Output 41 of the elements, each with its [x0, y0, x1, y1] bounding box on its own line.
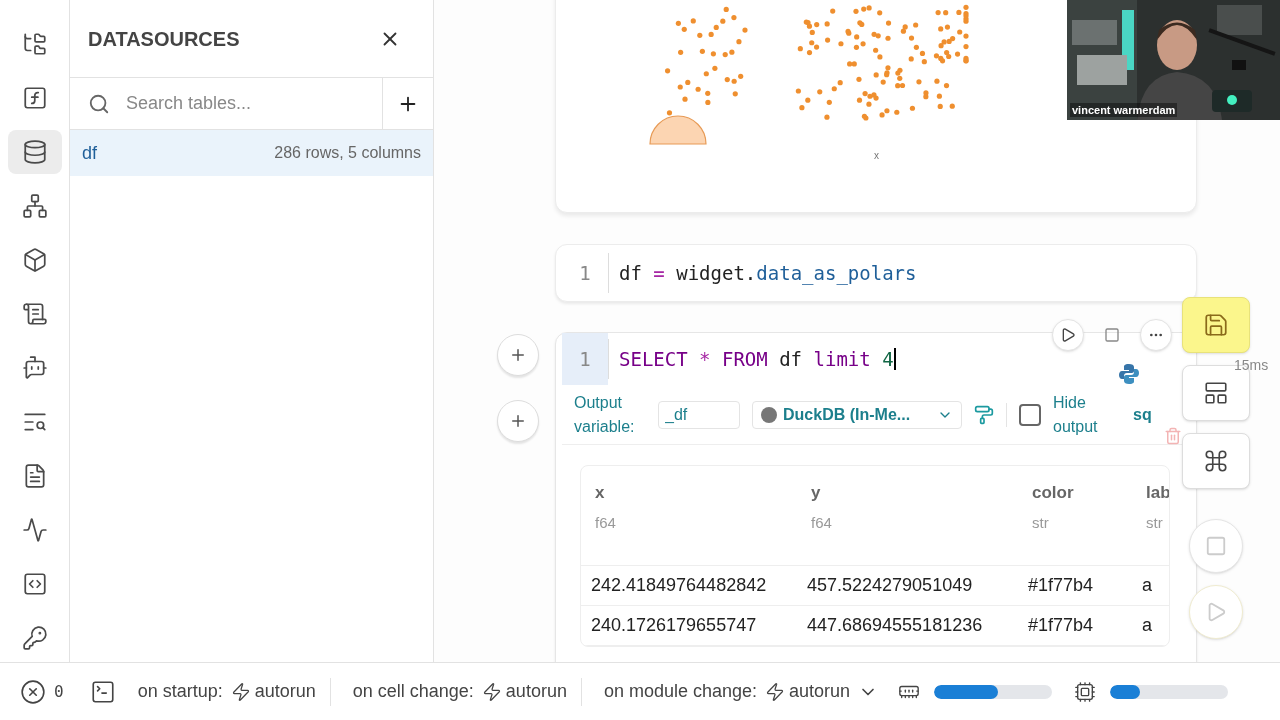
column-type: str: [1146, 512, 1164, 533]
output-variable-label: Output variable:: [574, 392, 636, 437]
table-cell-text: #1f77b4: [1028, 574, 1095, 597]
search-field[interactable]: Search tables...: [126, 90, 356, 117]
table-cell-text: 240.1726179655747: [591, 614, 758, 637]
code-cell[interactable]: 1 df = widget.data_as_polars: [555, 244, 1197, 302]
table-cell-text: 447.68694555181236: [807, 614, 984, 637]
engine-select[interactable]: DuckDB (In-Me...: [752, 400, 962, 429]
table-cell-text: 242.41849764482842: [591, 574, 768, 597]
column-header[interactable]: lab: [1146, 480, 1169, 506]
autorun-label: on cell change:: [352, 680, 474, 703]
panel-title: DATASOURCES: [88, 26, 240, 52]
table-cell-text: 457.5224279051049: [807, 574, 974, 597]
autorun-toggle[interactable]: autorun: [481, 678, 567, 705]
column-type: str: [1032, 512, 1050, 533]
table-cell-text: #1f77b4: [1028, 614, 1095, 637]
table-cell-text: a: [1142, 614, 1153, 637]
table-info: 286 rows, 5 columns: [274, 143, 421, 163]
participant-name: vincent warmerdam: [1070, 103, 1178, 117]
table-name: df: [82, 141, 97, 165]
language-label[interactable]: sq: [1133, 402, 1152, 427]
hide-output-label: Hide output: [1053, 392, 1099, 437]
autorun-toggle[interactable]: autorun: [765, 678, 851, 705]
line-number: 1: [562, 333, 608, 385]
line-number: 1: [578, 260, 592, 286]
error-count: 0: [54, 680, 64, 703]
table-item[interactable]: df 286 rows, 5 columns: [70, 130, 433, 176]
column-header[interactable]: color: [1032, 480, 1146, 506]
axis-mark: x: [874, 149, 879, 163]
column-header[interactable]: y: [811, 480, 1032, 506]
autorun-label: on module change:: [603, 680, 758, 703]
output-variable-field[interactable]: _df: [658, 400, 740, 429]
run-time: 15ms: [1234, 356, 1269, 375]
column-header[interactable]: x: [595, 480, 811, 506]
autorun-label: on startup:: [137, 680, 223, 703]
column-type: f64: [595, 512, 617, 533]
table-cell-text: a: [1142, 574, 1153, 597]
column-type: f64: [811, 512, 833, 533]
code-line[interactable]: SELECT * FROM df limit 4: [609, 333, 896, 385]
code-line[interactable]: df = widget.data_as_polars: [609, 247, 917, 299]
autorun-toggle[interactable]: autorun: [230, 678, 316, 705]
